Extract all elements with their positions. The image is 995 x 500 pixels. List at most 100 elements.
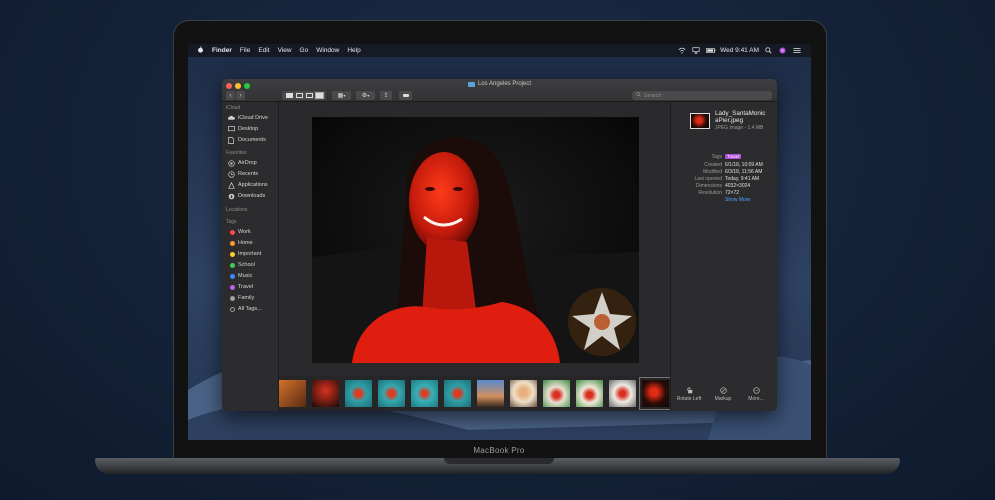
sidebar-item-desktop[interactable]: Desktop bbox=[228, 125, 258, 133]
device-brand: MacBook Pro bbox=[473, 446, 525, 455]
spotlight-icon[interactable] bbox=[765, 47, 773, 54]
thumbnail-item[interactable] bbox=[576, 380, 603, 407]
airdrop-icon bbox=[228, 160, 235, 167]
action-menu-button[interactable]: ⚙ ▾ bbox=[356, 91, 375, 100]
more-icon bbox=[752, 387, 760, 394]
sidebar-tag-important[interactable]: Important bbox=[228, 250, 261, 258]
sidebar-tag-home[interactable]: Home bbox=[228, 239, 253, 247]
notification-center-icon[interactable] bbox=[793, 47, 801, 54]
group-by-button[interactable]: ▦ ▾ bbox=[332, 91, 351, 100]
menu-window[interactable]: Window bbox=[316, 47, 339, 54]
gallery-preview-image[interactable] bbox=[312, 117, 639, 363]
airplay-icon[interactable] bbox=[692, 47, 700, 54]
thumbnail-item[interactable] bbox=[378, 380, 405, 407]
siri-icon[interactable] bbox=[779, 47, 787, 54]
tag-dot-icon bbox=[230, 295, 235, 301]
thumbnail-item[interactable] bbox=[312, 380, 339, 407]
file-kind: JPEG image - 1.4 MB bbox=[715, 125, 764, 131]
menu-help[interactable]: Help bbox=[347, 47, 360, 54]
view-mode-control[interactable] bbox=[282, 91, 326, 100]
info-value: 6/1/18, 10:09 AM bbox=[725, 162, 763, 168]
tags-button[interactable] bbox=[399, 91, 412, 100]
tag-pill[interactable]: Travel bbox=[725, 154, 742, 159]
tag-dot-icon bbox=[230, 229, 235, 235]
sidebar-item-label: Desktop bbox=[238, 126, 259, 132]
menu-clock[interactable]: Wed 9:41 AM bbox=[720, 47, 759, 54]
sidebar-item-recents[interactable]: Recents bbox=[228, 170, 258, 178]
info-row-tags: Tags Travel bbox=[671, 154, 777, 161]
portrait-photo bbox=[312, 117, 639, 363]
window-title: Los Angeles Project bbox=[222, 81, 777, 87]
menu-go[interactable]: Go bbox=[300, 47, 309, 54]
info-row-created: Created 6/1/18, 10:09 AM bbox=[671, 162, 777, 169]
sidebar-tag-all-tags[interactable]: All Tags... bbox=[228, 305, 262, 313]
menu-finder[interactable]: Finder bbox=[212, 47, 232, 54]
file-thumbnail-icon bbox=[690, 113, 710, 129]
info-row-last-opened: Last opened Today, 9:41 AM bbox=[671, 176, 777, 183]
thumbnail-item[interactable] bbox=[444, 380, 471, 407]
tag-dot-icon bbox=[230, 240, 235, 246]
desktop-screen: Finder File Edit View Go Window Help Wed… bbox=[188, 44, 811, 440]
info-row-modified: Modified 6/3/18, 11:56 AM bbox=[671, 169, 777, 176]
info-key: Resolution bbox=[698, 190, 722, 196]
list-view-icon[interactable] bbox=[295, 93, 303, 98]
show-more-link[interactable]: Show More bbox=[725, 197, 750, 203]
rotate-left-button[interactable]: Rotate Left bbox=[674, 387, 704, 402]
sidebar-item-downloads[interactable]: Downloads bbox=[228, 192, 265, 200]
menu-view[interactable]: View bbox=[278, 47, 292, 54]
sidebar-item-airdrop[interactable]: AirDrop bbox=[228, 159, 257, 167]
gallery-view-icon[interactable] bbox=[314, 92, 324, 99]
menu-bar: Finder File Edit View Go Window Help Wed… bbox=[188, 44, 811, 57]
markup-button[interactable]: Markup bbox=[708, 387, 738, 402]
thumbnail-item[interactable] bbox=[609, 380, 636, 407]
battery-icon[interactable] bbox=[706, 47, 716, 54]
action-label: Markup bbox=[714, 396, 732, 402]
forward-button[interactable]: › bbox=[236, 91, 245, 100]
sidebar-tag-school[interactable]: School bbox=[228, 261, 255, 269]
sidebar-tag-work[interactable]: Work bbox=[228, 228, 251, 236]
tag-dot-icon bbox=[230, 284, 235, 290]
sidebar-item-documents[interactable]: Documents bbox=[228, 136, 266, 144]
sidebar-item-applications[interactable]: Applications bbox=[228, 181, 268, 189]
share-button[interactable]: ⇪ bbox=[380, 91, 392, 100]
info-row-dimensions: Dimensions 4032×3024 bbox=[671, 183, 777, 190]
sidebar-tag-family[interactable]: Family bbox=[228, 294, 254, 302]
sidebar-item-label: All Tags... bbox=[238, 306, 262, 312]
tag-icon bbox=[402, 94, 409, 97]
sidebar-item-icloud-drive[interactable]: iCloud Drive bbox=[228, 114, 268, 122]
column-view-icon[interactable] bbox=[305, 93, 313, 98]
search-field[interactable]: Search bbox=[632, 91, 772, 100]
thumbnail-item[interactable] bbox=[279, 380, 306, 407]
menu-file[interactable]: File bbox=[240, 47, 250, 54]
info-key: Modified bbox=[703, 169, 722, 175]
back-button[interactable]: ‹ bbox=[226, 91, 235, 100]
cloud-icon bbox=[228, 115, 235, 121]
sidebar-section-favorites: Favorites bbox=[226, 150, 247, 156]
thumbnail-item[interactable] bbox=[477, 380, 504, 407]
thumbnail-item[interactable] bbox=[345, 380, 372, 407]
icon-view-icon[interactable] bbox=[285, 93, 293, 98]
apple-menu-icon[interactable] bbox=[196, 46, 204, 55]
info-key: Tags bbox=[711, 154, 722, 160]
sidebar-tag-music[interactable]: Music bbox=[228, 272, 252, 280]
finder-window: Los Angeles Project ‹ › ▦ ▾ ⚙ ▾ ⇪ Search… bbox=[222, 79, 777, 411]
download-icon bbox=[228, 193, 235, 200]
info-value: 6/3/18, 11:56 AM bbox=[725, 169, 763, 175]
chevron-down-icon: ▾ bbox=[367, 93, 370, 98]
more-button[interactable]: More... bbox=[741, 387, 771, 402]
thumbnail-item[interactable] bbox=[543, 380, 570, 407]
laptop-notch bbox=[444, 458, 554, 464]
clock-icon bbox=[228, 171, 235, 178]
menu-edit[interactable]: Edit bbox=[258, 47, 269, 54]
thumbnail-item[interactable] bbox=[411, 380, 438, 407]
sidebar-section-tags: Tags bbox=[226, 219, 237, 225]
info-key: Dimensions bbox=[695, 183, 722, 189]
thumbnail-item[interactable] bbox=[510, 380, 537, 407]
sidebar-tag-travel[interactable]: Travel bbox=[228, 283, 253, 291]
thumbnail-item-selected[interactable] bbox=[639, 377, 672, 410]
tag-dot-icon bbox=[230, 262, 235, 268]
wifi-icon[interactable] bbox=[678, 47, 686, 54]
search-placeholder: Search bbox=[644, 92, 662, 99]
info-key: Last opened bbox=[694, 176, 722, 182]
tag-dot-icon bbox=[230, 251, 235, 257]
